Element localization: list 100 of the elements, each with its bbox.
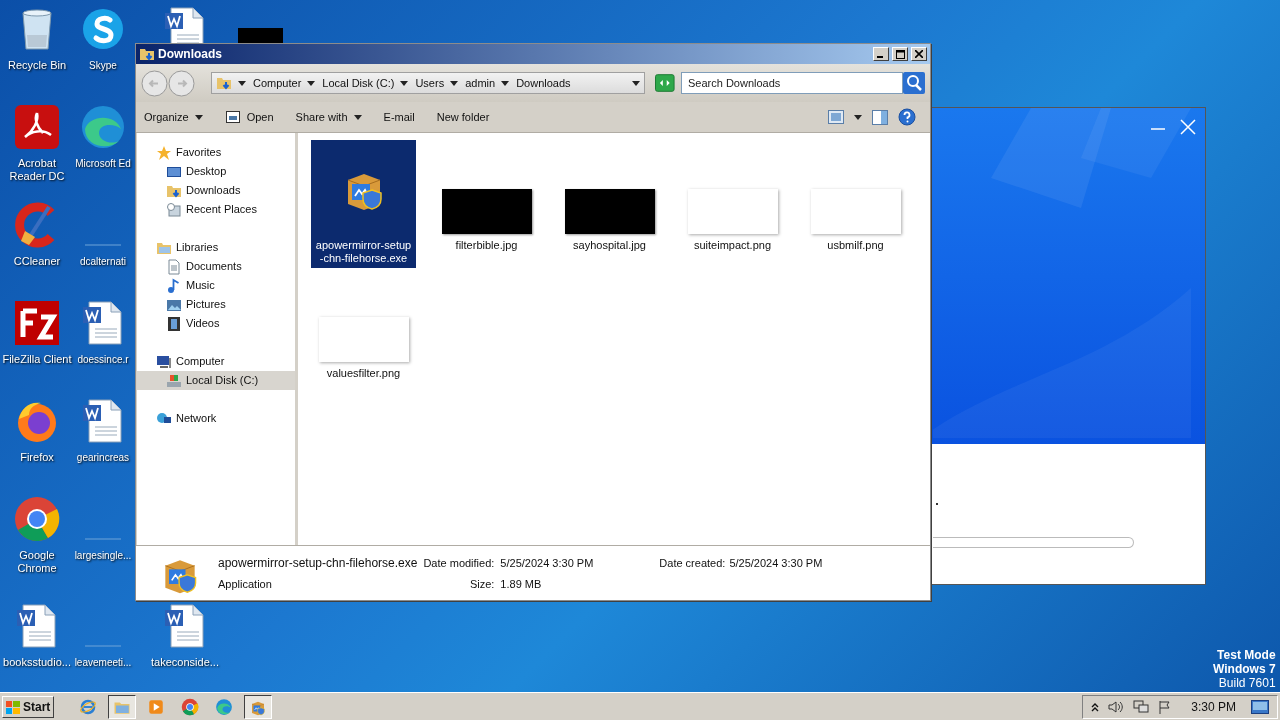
toolbar-button[interactable]: E-mail xyxy=(381,105,417,129)
nav-item[interactable]: Pictures xyxy=(137,295,295,314)
details-file-type: Application xyxy=(218,576,273,592)
desktop-icon-label: largesingle... xyxy=(74,549,132,562)
star-icon xyxy=(156,144,172,161)
caret-icon xyxy=(194,114,203,120)
browser-icon xyxy=(79,697,97,716)
desktop-icon-label: Firefox xyxy=(19,451,55,464)
caret-icon xyxy=(632,80,641,86)
close-icon xyxy=(915,50,923,58)
refresh-button[interactable] xyxy=(655,74,675,92)
breadcrumb-item[interactable]: Downloads xyxy=(516,74,571,92)
desktop-notice-text: Build 7601 xyxy=(1218,676,1276,690)
drive-icon xyxy=(166,372,182,389)
desktop-icon-label: FileZilla Client xyxy=(1,353,73,366)
maximize-button[interactable] xyxy=(892,47,908,61)
document-icon xyxy=(166,258,182,275)
clock[interactable]: 3:30 PM xyxy=(1191,697,1236,716)
folder-icon xyxy=(216,75,232,91)
nav-item[interactable]: Documents xyxy=(137,257,295,276)
nav-item[interactable]: Local Disk (C:) xyxy=(137,371,295,390)
search-field[interactable]: Search Downloads xyxy=(681,72,903,94)
nav-item[interactable]: Network xyxy=(137,409,295,428)
desktop-notice-text: Windows 7 xyxy=(1213,662,1276,676)
file-name: suiteimpact.png xyxy=(693,239,771,252)
desktop-icon-label: dcalternati xyxy=(79,255,127,268)
close-button[interactable] xyxy=(911,47,927,61)
caret-icon xyxy=(450,80,459,86)
desktop-notice-text: Test Mode xyxy=(1217,648,1276,662)
caret-icon xyxy=(238,80,246,86)
desktop-icon-label: Skype xyxy=(89,59,117,72)
details-value: 5/25/2024 3:30 PM xyxy=(729,555,823,571)
address-bar[interactable]: Computer Local Disk (C:) Users admin Downloads xyxy=(211,72,646,94)
toolbar-button[interactable]: Share with xyxy=(293,105,364,129)
toolbar-button[interactable]: New folder xyxy=(434,105,492,129)
close-icon[interactable] xyxy=(1180,119,1196,135)
show-desktop-icon[interactable] xyxy=(1251,699,1269,714)
pdf-app-icon[interactable] xyxy=(13,103,61,151)
nav-item[interactable]: Desktop xyxy=(137,162,295,181)
nav-item[interactable]: Downloads xyxy=(137,181,295,200)
nav-item[interactable]: Libraries xyxy=(137,238,295,257)
desktop-icon-label: Microsoft Ed xyxy=(75,157,131,170)
view-options-icon[interactable] xyxy=(828,110,844,124)
film-icon xyxy=(166,315,182,332)
nav-item[interactable]: Computer xyxy=(137,352,295,371)
search-icon[interactable] xyxy=(903,72,925,94)
media-player-icon xyxy=(147,697,165,716)
nav-item[interactable]: Music xyxy=(137,276,295,295)
start-button[interactable]: Start xyxy=(2,695,54,718)
desktop-icon-label: booksstudio... xyxy=(2,656,72,669)
open-icon xyxy=(224,109,241,125)
folder-icon xyxy=(139,46,155,62)
windows-logo-icon xyxy=(5,698,21,715)
details-value: 1.89 MB xyxy=(500,576,543,592)
desktop-icon-label: takeconside... xyxy=(150,656,220,669)
nav-item[interactable]: Favorites xyxy=(137,143,295,162)
desktop-icon-label: gearincreas xyxy=(76,451,130,464)
file-name: filterbible.jpg xyxy=(455,239,518,252)
breadcrumb-item[interactable]: Users xyxy=(415,74,445,92)
file-item[interactable]: usbmilf.png xyxy=(803,140,908,268)
ftp-app-icon[interactable] xyxy=(13,299,61,347)
desktop-icon-label: CCleaner xyxy=(12,255,62,268)
music-note-icon xyxy=(166,277,182,294)
help-icon[interactable] xyxy=(898,108,916,126)
network-icon[interactable] xyxy=(1133,699,1150,714)
caret-icon xyxy=(854,114,862,120)
file-name: apowermirror-setup xyxy=(315,239,412,252)
toolbar-button[interactable]: Open xyxy=(222,105,276,129)
details-label: Date created: xyxy=(659,555,726,571)
desktop-icon-label: leavemeeti... xyxy=(74,656,132,669)
details-value: 5/25/2024 3:30 PM xyxy=(500,555,594,571)
browser-icon[interactable] xyxy=(79,103,127,151)
toolbar-button[interactable]: Organize xyxy=(142,105,205,129)
preview-pane-icon[interactable] xyxy=(872,109,888,125)
chevron-up-icon[interactable] xyxy=(1091,701,1100,712)
window-title: Downloads xyxy=(158,46,223,63)
file-item[interactable]: apowermirror-setup -chn-filehorse.exe xyxy=(311,140,416,268)
flag-icon[interactable] xyxy=(1158,699,1173,714)
desktop-icon-label: Acrobat Reader DC xyxy=(8,157,66,183)
caret-icon xyxy=(501,80,510,86)
desktop-icon-label: Recycle Bin xyxy=(6,59,68,72)
nav-item[interactable]: Recent Places xyxy=(137,200,295,219)
caret-icon xyxy=(307,80,316,86)
speaker-icon[interactable] xyxy=(1108,699,1125,714)
taskbar-app-button[interactable] xyxy=(108,694,136,719)
breadcrumb-item[interactable]: Local Disk (C:) xyxy=(322,74,395,92)
file-item[interactable]: sayhospital.jpg xyxy=(557,140,662,268)
nav-item[interactable]: Videos xyxy=(137,314,295,333)
minimize-button[interactable] xyxy=(873,47,889,61)
details-file-name: apowermirror-setup-chn-filehorse.exe xyxy=(218,554,418,572)
breadcrumb-item[interactable]: admin xyxy=(465,74,496,92)
file-item[interactable]: suiteimpact.png xyxy=(680,140,785,268)
breadcrumb-item[interactable]: Computer xyxy=(253,74,302,92)
desktop-icon-label: doessince.r xyxy=(77,353,129,366)
file-name: valuesfilter.png xyxy=(326,367,401,380)
file-item[interactable]: filterbible.jpg xyxy=(434,140,539,268)
taskbar-app-button[interactable] xyxy=(244,694,272,719)
file-item[interactable]: valuesfilter.png xyxy=(311,268,416,396)
chrome-browser-icon[interactable] xyxy=(13,495,61,543)
details-label: Date modified: xyxy=(423,555,495,571)
